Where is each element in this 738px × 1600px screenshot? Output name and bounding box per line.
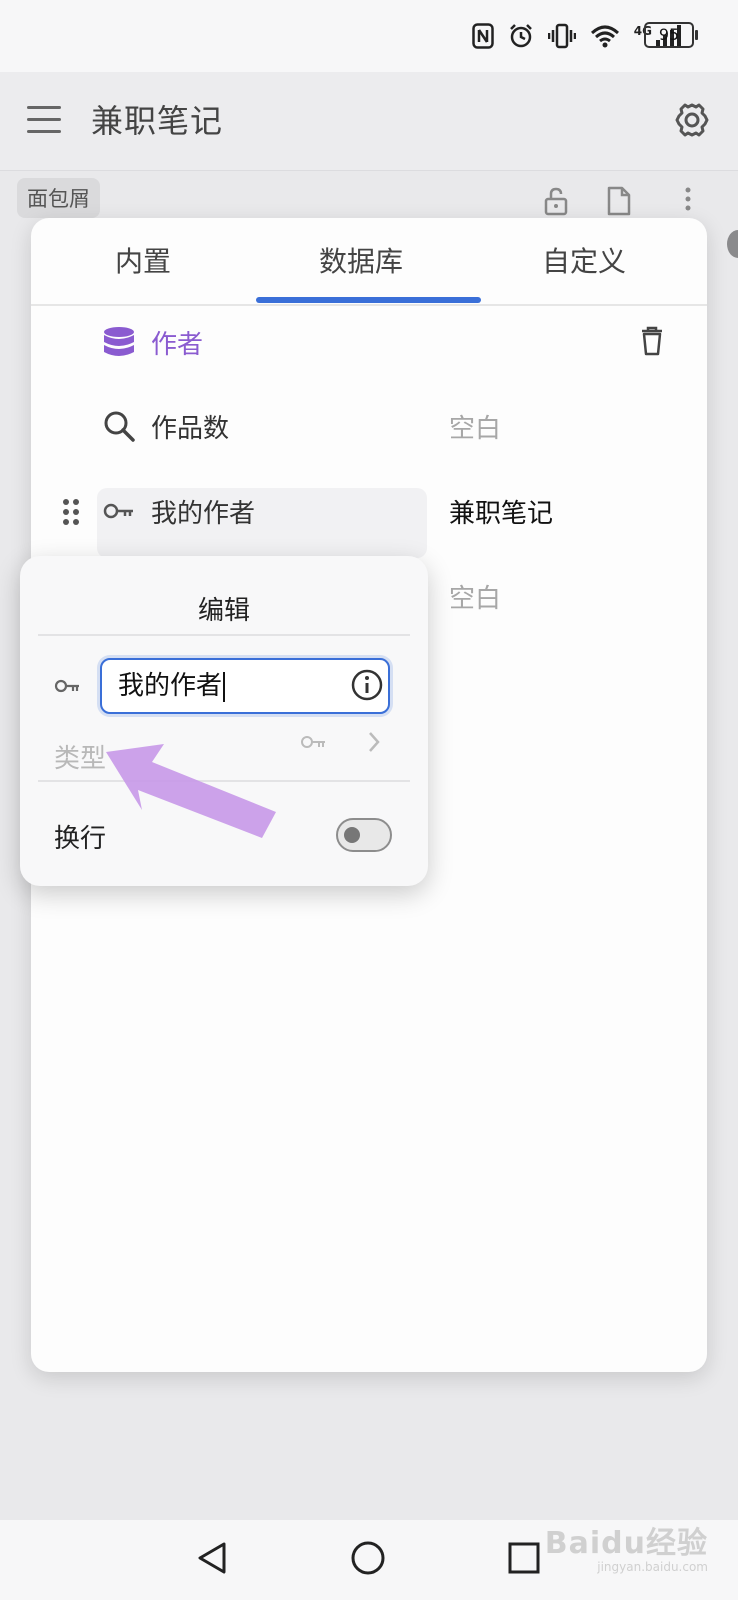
vibrate-icon	[547, 23, 576, 49]
row-value-my-author[interactable]: 兼职笔记	[449, 493, 553, 530]
wifi-icon	[590, 25, 619, 48]
name-input[interactable]: 我的作者	[100, 658, 390, 714]
edge-handle	[727, 230, 738, 258]
tab-custom[interactable]: 自定义	[542, 240, 626, 280]
key-icon	[103, 503, 133, 519]
trash-icon[interactable]	[641, 326, 663, 356]
popup-title: 编辑	[197, 596, 250, 626]
status-bar: 4G 95	[0, 0, 738, 72]
tab-builtin[interactable]: 内置	[115, 240, 171, 280]
key-icon	[54, 679, 79, 693]
annotation-arrow	[106, 744, 276, 838]
alarm-icon	[509, 24, 532, 48]
recents-icon[interactable]	[508, 1542, 540, 1574]
breadcrumb[interactable]: 面包屑	[17, 178, 100, 218]
watermark-sub: jingyan.baidu.com	[597, 1560, 708, 1574]
key-icon	[301, 736, 325, 748]
name-input-value: 我的作者	[118, 671, 223, 701]
wrap-label: 换行	[54, 824, 107, 854]
row-value-works[interactable]: 空白	[449, 408, 501, 445]
menu-icon[interactable]	[27, 106, 61, 134]
wrap-toggle[interactable]	[336, 818, 392, 852]
database-icon	[104, 327, 134, 356]
row-label-works: 作品数	[151, 414, 230, 444]
divider	[38, 634, 410, 636]
text-caret	[223, 671, 226, 702]
battery-icon: 95	[644, 22, 698, 48]
chevron-right-icon[interactable]	[368, 731, 380, 753]
toggle-knob	[344, 827, 360, 843]
drag-handle-icon[interactable]	[62, 498, 80, 526]
app-bar: 兼职笔记	[0, 72, 738, 171]
search-icon	[104, 411, 135, 442]
nfc-icon	[472, 23, 494, 49]
row-label-my-author: 我的作者	[151, 499, 256, 529]
type-label[interactable]: 类型	[54, 738, 106, 775]
tab-indicator	[256, 297, 481, 303]
row-value-3[interactable]: 空白	[449, 578, 501, 615]
back-icon[interactable]	[194, 1540, 230, 1576]
home-icon[interactable]	[350, 1540, 386, 1576]
database-title: 作者	[151, 330, 204, 360]
watermark-main: Baidu经验	[544, 1526, 708, 1561]
tab-bar: 内置 数据库 自定义	[31, 218, 707, 306]
page-title: 兼职笔记	[91, 102, 224, 140]
info-icon[interactable]	[350, 668, 384, 702]
document-icon[interactable]	[606, 186, 632, 216]
watermark: Baidu经验 jingyan.baidu.com	[545, 1518, 708, 1574]
gear-icon[interactable]	[672, 100, 712, 140]
more-vertical-icon[interactable]	[684, 186, 692, 212]
tab-database[interactable]: 数据库	[319, 240, 403, 280]
selected-row[interactable]	[97, 488, 427, 558]
unlock-icon[interactable]	[543, 186, 569, 216]
